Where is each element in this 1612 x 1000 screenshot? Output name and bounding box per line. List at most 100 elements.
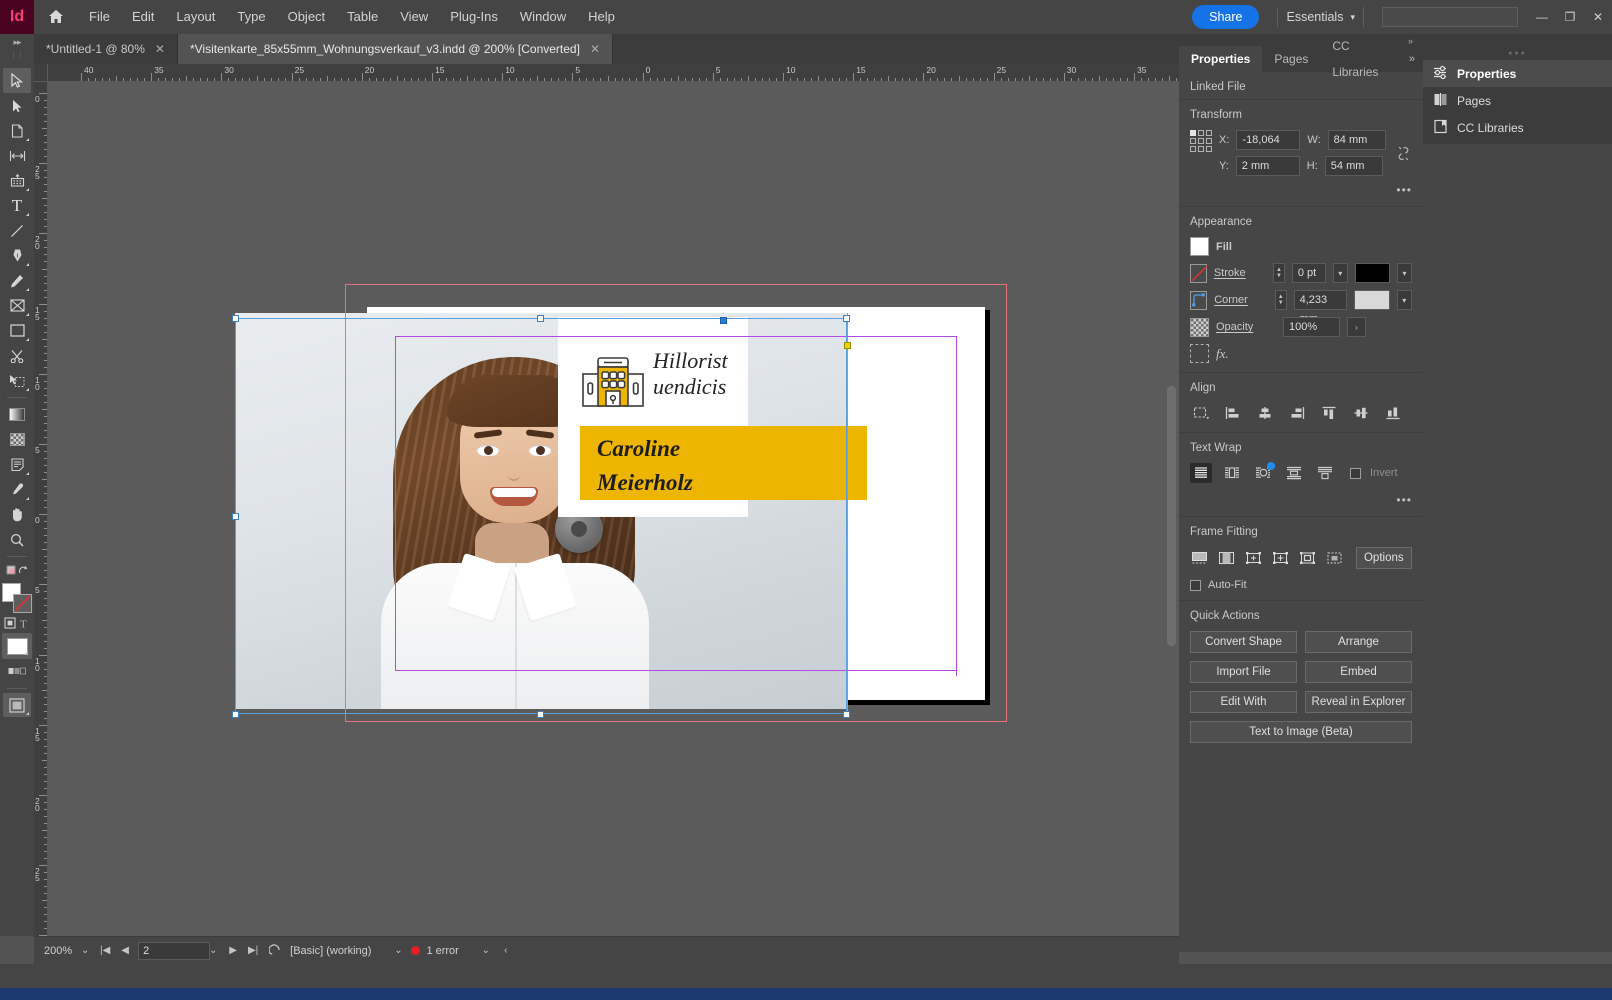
selection-handle-tc[interactable] <box>537 315 544 322</box>
menu-object[interactable]: Object <box>277 0 337 34</box>
selection-frame[interactable] <box>235 318 847 714</box>
selection-tool[interactable] <box>3 68 31 93</box>
toolbar-dock-handle[interactable]: ▸▸ ⋮⋮ <box>0 34 34 64</box>
last-page-button[interactable]: ▶| <box>246 945 260 956</box>
center-content-icon[interactable] <box>1298 548 1318 568</box>
fit-content-proportionally-icon[interactable] <box>1217 548 1237 568</box>
selection-handle-bc[interactable] <box>537 711 544 718</box>
home-icon[interactable] <box>34 0 78 34</box>
wrap-jump-next-column-icon[interactable] <box>1314 463 1336 483</box>
import-file-button[interactable]: Import File <box>1190 661 1297 683</box>
align-left-edges-icon[interactable] <box>1222 403 1244 423</box>
menu-edit[interactable]: Edit <box>121 0 165 34</box>
text-wrap-more-options[interactable]: ••• <box>1190 493 1412 507</box>
menu-layout[interactable]: Layout <box>165 0 226 34</box>
eyedropper-tool[interactable] <box>3 477 31 502</box>
apply-color-toggle[interactable] <box>3 561 31 581</box>
direct-selection-tool[interactable] <box>3 93 31 118</box>
convert-shape-button[interactable]: Convert Shape <box>1190 631 1297 653</box>
transform-more-options[interactable]: ••• <box>1190 183 1412 197</box>
formatting-affects-toggle[interactable]: T <box>3 613 31 633</box>
preflight-icon[interactable] <box>266 943 284 959</box>
preflight-profile[interactable]: [Basic] (working) <box>290 945 371 957</box>
corner-radius-handle[interactable] <box>844 342 851 349</box>
stroke-weight-stepper[interactable]: ▲ ▼ <box>1273 263 1285 283</box>
menu-view[interactable]: View <box>389 0 439 34</box>
document-canvas[interactable]: Hillorist uendicis Caroline Meierholz <box>48 82 1179 936</box>
zoom-level[interactable]: 200% <box>44 945 72 957</box>
default-fill-stroke[interactable] <box>2 633 32 659</box>
minimize-button[interactable]: — <box>1528 0 1556 34</box>
pencil-tool[interactable] <box>3 268 31 293</box>
page-chevron-icon[interactable]: ⌄ <box>206 945 220 956</box>
selection-handle-bl[interactable] <box>232 711 239 718</box>
stroke-color-dropdown[interactable]: ▾ <box>1396 263 1413 283</box>
vertical-scrollbar[interactable] <box>1167 86 1177 932</box>
reference-point-selector[interactable] <box>1190 130 1212 152</box>
panel-expand-icon[interactable]: » <box>1409 53 1415 65</box>
align-right-edges-icon[interactable] <box>1286 403 1308 423</box>
share-button[interactable]: Share <box>1192 5 1260 29</box>
page-tool[interactable] <box>3 118 31 143</box>
effects-label[interactable]: fx. <box>1216 346 1229 362</box>
tab-cc-libraries[interactable]: CC Libraries <box>1320 33 1408 85</box>
auto-fit-checkbox[interactable] <box>1190 579 1201 591</box>
screen-mode-button[interactable] <box>3 693 31 717</box>
vertical-ruler[interactable]: 0252015105051015202530354045505560657075… <box>34 82 48 936</box>
wrap-jump-object-icon[interactable] <box>1283 463 1305 483</box>
search-input[interactable] <box>1382 7 1518 27</box>
selection-handle-active[interactable] <box>720 317 727 324</box>
align-top-edges-icon[interactable] <box>1318 403 1340 423</box>
width-field[interactable]: 84 mm <box>1327 130 1386 150</box>
opacity-label[interactable]: Opacity <box>1216 321 1276 333</box>
selection-handle-br[interactable] <box>843 711 850 718</box>
embed-button[interactable]: Embed <box>1305 661 1412 683</box>
wrap-object-shape-icon[interactable] <box>1252 462 1275 483</box>
stroke-swatch[interactable] <box>1190 263 1208 283</box>
menu-type[interactable]: Type <box>226 0 276 34</box>
rectangle-frame-tool[interactable] <box>3 293 31 318</box>
tab-pages[interactable]: Pages <box>1262 46 1320 72</box>
edit-with-button[interactable]: Edit With <box>1190 691 1297 713</box>
opacity-expand-icon[interactable]: › <box>1347 317 1366 337</box>
restore-button[interactable]: ❐ <box>1556 0 1584 34</box>
fill-stroke-swatches[interactable] <box>2 583 32 613</box>
close-icon[interactable]: ✕ <box>590 42 600 56</box>
document-tab-untitled[interactable]: *Untitled-1 @ 80% ✕ <box>34 34 178 64</box>
fill-frame-proportionally-icon[interactable] <box>1190 548 1210 568</box>
zoom-tool[interactable] <box>3 527 31 552</box>
profile-chevron-icon[interactable]: ⌄ <box>391 945 405 956</box>
height-field[interactable]: 54 mm <box>1324 156 1383 176</box>
close-button[interactable]: ✕ <box>1584 0 1612 34</box>
scissors-tool[interactable] <box>3 343 31 368</box>
error-chevron-icon[interactable]: ⌄ <box>479 945 493 956</box>
next-page-button[interactable]: ▶ <box>226 945 240 956</box>
scrollbar-thumb[interactable] <box>1167 386 1176 646</box>
selection-handle-ml[interactable] <box>232 513 239 520</box>
frame-fitting-options-button[interactable]: Options <box>1355 547 1412 569</box>
menu-file[interactable]: File <box>78 0 121 34</box>
reveal-in-explorer-button[interactable]: Reveal in Explorer <box>1305 691 1412 713</box>
stroke-weight-dropdown[interactable]: ▾ <box>1332 263 1348 283</box>
stroke-label[interactable]: Stroke <box>1214 267 1266 279</box>
tab-properties[interactable]: Properties <box>1179 46 1263 72</box>
corner-shape-dropdown[interactable]: ▾ <box>1396 290 1412 310</box>
align-bottom-edges-icon[interactable] <box>1382 403 1404 423</box>
selection-handle-tl[interactable] <box>232 315 239 322</box>
dock-grip[interactable]: ●●● <box>1423 46 1612 60</box>
error-count-label[interactable]: 1 error <box>426 945 458 957</box>
corner-shape-swatch[interactable] <box>1353 290 1390 310</box>
x-field[interactable]: -18,064 mm <box>1236 130 1301 165</box>
corner-radius-field[interactable]: 4,233 mm <box>1293 290 1347 325</box>
no-text-wrap-icon[interactable] <box>1190 463 1212 483</box>
stroke-color-swatch[interactable] <box>1354 263 1390 283</box>
page-number-field[interactable]: 2 <box>138 941 211 960</box>
gap-tool[interactable] <box>3 143 31 168</box>
first-page-button[interactable]: |◀ <box>98 945 112 956</box>
wrap-bounding-box-icon[interactable] <box>1221 463 1243 483</box>
sidebar-item-cc-libraries[interactable]: CC Libraries <box>1423 114 1612 141</box>
corner-label[interactable]: Corner <box>1214 294 1268 306</box>
dock-collapse-icon[interactable]: » <box>1398 34 1423 48</box>
stroke-swatch[interactable] <box>13 594 32 613</box>
sidebar-item-pages[interactable]: Pages <box>1423 87 1612 114</box>
